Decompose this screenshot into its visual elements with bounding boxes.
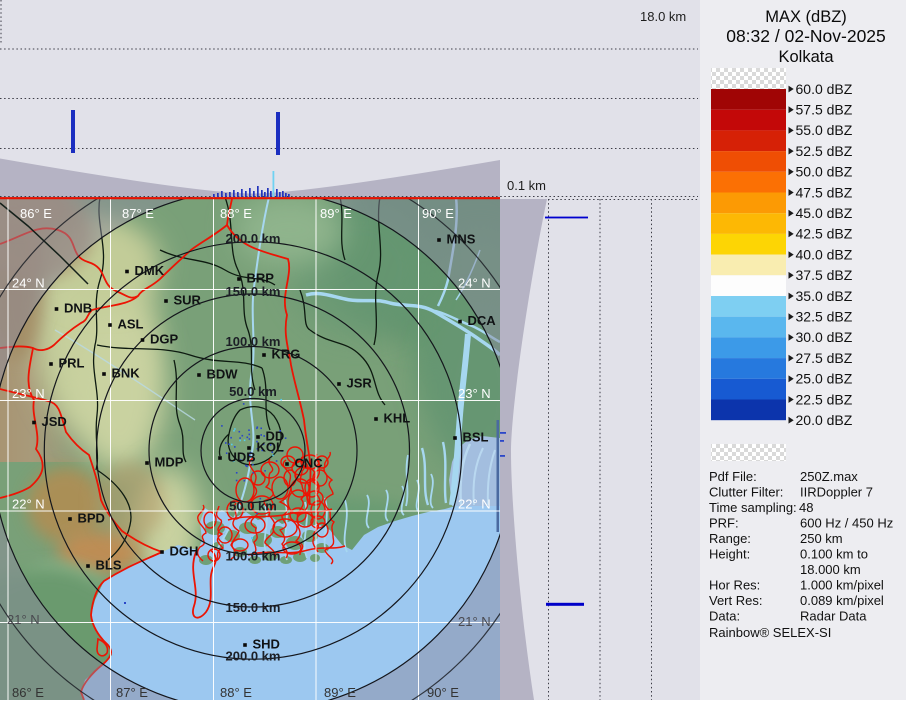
svg-text:40.0 dBZ: 40.0 dBZ: [796, 246, 853, 262]
svg-text:88° E: 88° E: [220, 206, 252, 221]
svg-text:47.5 dBZ: 47.5 dBZ: [796, 184, 853, 200]
svg-text:48: 48: [799, 500, 813, 515]
svg-text:50.0 km: 50.0 km: [229, 499, 277, 514]
svg-text:89° E: 89° E: [324, 685, 356, 700]
svg-text:20.0 dBZ: 20.0 dBZ: [796, 412, 853, 428]
svg-text:KOL: KOL: [257, 440, 285, 455]
svg-text:600 Hz / 450 Hz: 600 Hz / 450 Hz: [800, 516, 893, 531]
svg-text:22° N: 22° N: [458, 497, 491, 512]
svg-text:23° N: 23° N: [12, 386, 45, 401]
svg-text:UDB: UDB: [228, 450, 256, 465]
svg-text:87° E: 87° E: [122, 206, 154, 221]
svg-text:JSD: JSD: [42, 414, 67, 429]
svg-text:Rainbow® SELEX-SI: Rainbow® SELEX-SI: [709, 625, 831, 640]
svg-text:24° N: 24° N: [458, 276, 491, 291]
svg-text:08:32 / 02-Nov-2025: 08:32 / 02-Nov-2025: [726, 26, 886, 46]
svg-text:37.5 dBZ: 37.5 dBZ: [796, 267, 853, 283]
svg-text:BNK: BNK: [112, 366, 141, 381]
svg-text:SHD: SHD: [253, 637, 280, 652]
svg-text:SUR: SUR: [174, 293, 202, 308]
svg-text:DMK: DMK: [135, 263, 165, 278]
svg-text:Kolkata: Kolkata: [778, 48, 834, 66]
svg-text:87° E: 87° E: [116, 685, 148, 700]
svg-text:90° E: 90° E: [422, 206, 454, 221]
svg-text:60.0 dBZ: 60.0 dBZ: [796, 81, 853, 97]
svg-text:150.0 km: 150.0 km: [226, 600, 281, 615]
svg-text:CNC: CNC: [295, 456, 324, 471]
svg-text:27.5 dBZ: 27.5 dBZ: [796, 350, 853, 366]
svg-text:86° E: 86° E: [20, 206, 52, 221]
svg-text:30.0 dBZ: 30.0 dBZ: [796, 329, 853, 345]
svg-text:35.0 dBZ: 35.0 dBZ: [796, 288, 853, 304]
svg-text:18.0 km: 18.0 km: [640, 9, 686, 24]
svg-text:90° E: 90° E: [427, 685, 459, 700]
svg-text:50.0 km: 50.0 km: [229, 384, 277, 399]
svg-text:JSR: JSR: [347, 376, 373, 391]
svg-text:BSL: BSL: [463, 430, 489, 445]
svg-text:18.000 km: 18.000 km: [800, 562, 861, 577]
svg-text:100.0 km: 100.0 km: [226, 549, 281, 564]
svg-text:23° N: 23° N: [458, 386, 491, 401]
svg-text:Pdf File:: Pdf File:: [709, 469, 757, 484]
svg-text:DGH: DGH: [170, 544, 199, 559]
svg-text:22.5 dBZ: 22.5 dBZ: [796, 391, 853, 407]
svg-text:Vert Res:: Vert Res:: [709, 593, 762, 608]
svg-text:KRG: KRG: [272, 347, 301, 362]
svg-text:86° E: 86° E: [12, 685, 44, 700]
svg-text:0.089 km/pixel: 0.089 km/pixel: [800, 593, 884, 608]
svg-text:1.000 km/pixel: 1.000 km/pixel: [800, 578, 884, 593]
svg-text:21° N: 21° N: [458, 614, 491, 629]
svg-text:BLS: BLS: [96, 558, 122, 573]
svg-text:MNS: MNS: [447, 232, 476, 247]
svg-text:89° E: 89° E: [320, 206, 352, 221]
svg-text:88° E: 88° E: [220, 685, 252, 700]
svg-text:0.100 km to: 0.100 km to: [800, 547, 868, 562]
svg-text:Time sampling:: Time sampling:: [709, 500, 797, 515]
svg-text:Clutter Filter:: Clutter Filter:: [709, 485, 783, 500]
svg-text:ASL: ASL: [118, 317, 144, 332]
svg-text:Range:: Range:: [709, 531, 751, 546]
svg-text:250 km: 250 km: [800, 531, 843, 546]
svg-text:52.5 dBZ: 52.5 dBZ: [796, 143, 853, 159]
svg-text:22° N: 22° N: [12, 497, 45, 512]
svg-text:45.0 dBZ: 45.0 dBZ: [796, 205, 853, 221]
svg-text:150.0 km: 150.0 km: [226, 284, 281, 299]
svg-text:DGP: DGP: [150, 332, 179, 347]
svg-text:BDW: BDW: [207, 367, 239, 382]
svg-text:0.1 km: 0.1 km: [507, 178, 546, 193]
svg-text:250Z.max: 250Z.max: [800, 469, 858, 484]
svg-text:24° N: 24° N: [12, 276, 45, 291]
svg-text:21° N: 21° N: [7, 612, 40, 627]
svg-text:BPD: BPD: [78, 511, 105, 526]
svg-text:KHL: KHL: [384, 411, 411, 426]
svg-text:Height:: Height:: [709, 547, 750, 562]
svg-text:BRP: BRP: [247, 271, 275, 286]
svg-text:MDP: MDP: [155, 455, 184, 470]
svg-text:55.0 dBZ: 55.0 dBZ: [796, 122, 853, 138]
svg-text:PRL: PRL: [59, 356, 85, 371]
svg-text:DNB: DNB: [64, 301, 92, 316]
svg-text:200.0 km: 200.0 km: [226, 231, 281, 246]
svg-text:MAX (dBZ): MAX (dBZ): [765, 8, 847, 26]
svg-text:25.0 dBZ: 25.0 dBZ: [796, 371, 853, 387]
svg-text:Radar Data: Radar Data: [800, 609, 867, 624]
svg-text:PRF:: PRF:: [709, 516, 739, 531]
svg-text:Data:: Data:: [709, 609, 740, 624]
svg-text:42.5 dBZ: 42.5 dBZ: [796, 226, 853, 242]
svg-text:IIRDoppler 7: IIRDoppler 7: [800, 485, 873, 500]
svg-text:50.0 dBZ: 50.0 dBZ: [796, 164, 853, 180]
svg-text:Hor Res:: Hor Res:: [709, 578, 760, 593]
svg-text:32.5 dBZ: 32.5 dBZ: [796, 309, 853, 325]
svg-text:DCA: DCA: [468, 313, 497, 328]
svg-text:57.5 dBZ: 57.5 dBZ: [796, 102, 853, 118]
